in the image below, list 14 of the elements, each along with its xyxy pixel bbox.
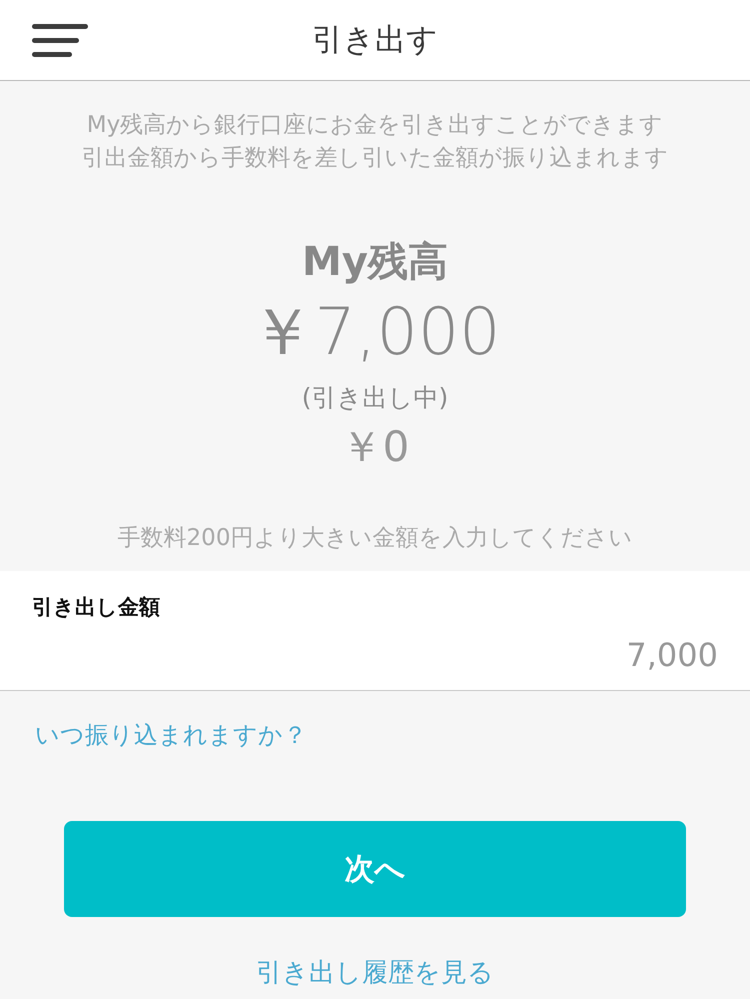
hint-text: 手数料200円より大きい金額を入力してください	[116, 524, 634, 553]
menu-icon[interactable]	[32, 24, 88, 56]
page-title: 引き出す	[312, 21, 438, 60]
balance-label: My残高	[301, 238, 449, 287]
description-text: 引出金額から手数料を差し引いた金額が振り込まれます	[80, 144, 670, 173]
amount-label: 引き出し金額	[32, 594, 160, 621]
faq-link[interactable]: いつ振り込まれますか？	[35, 719, 307, 751]
amount-field[interactable]: 引き出し金額 7,000	[0, 571, 750, 691]
description-text: My残高から銀行口座にお金を引き出すことができます	[86, 111, 664, 140]
balance-amount: ￥7,000	[248, 295, 502, 371]
history-link[interactable]: 引き出し履歴を見る	[256, 956, 494, 990]
pending-label: (引き出し中)	[300, 382, 450, 414]
pending-amount: ￥0	[340, 422, 410, 472]
next-button[interactable]: 次へ	[64, 821, 686, 917]
